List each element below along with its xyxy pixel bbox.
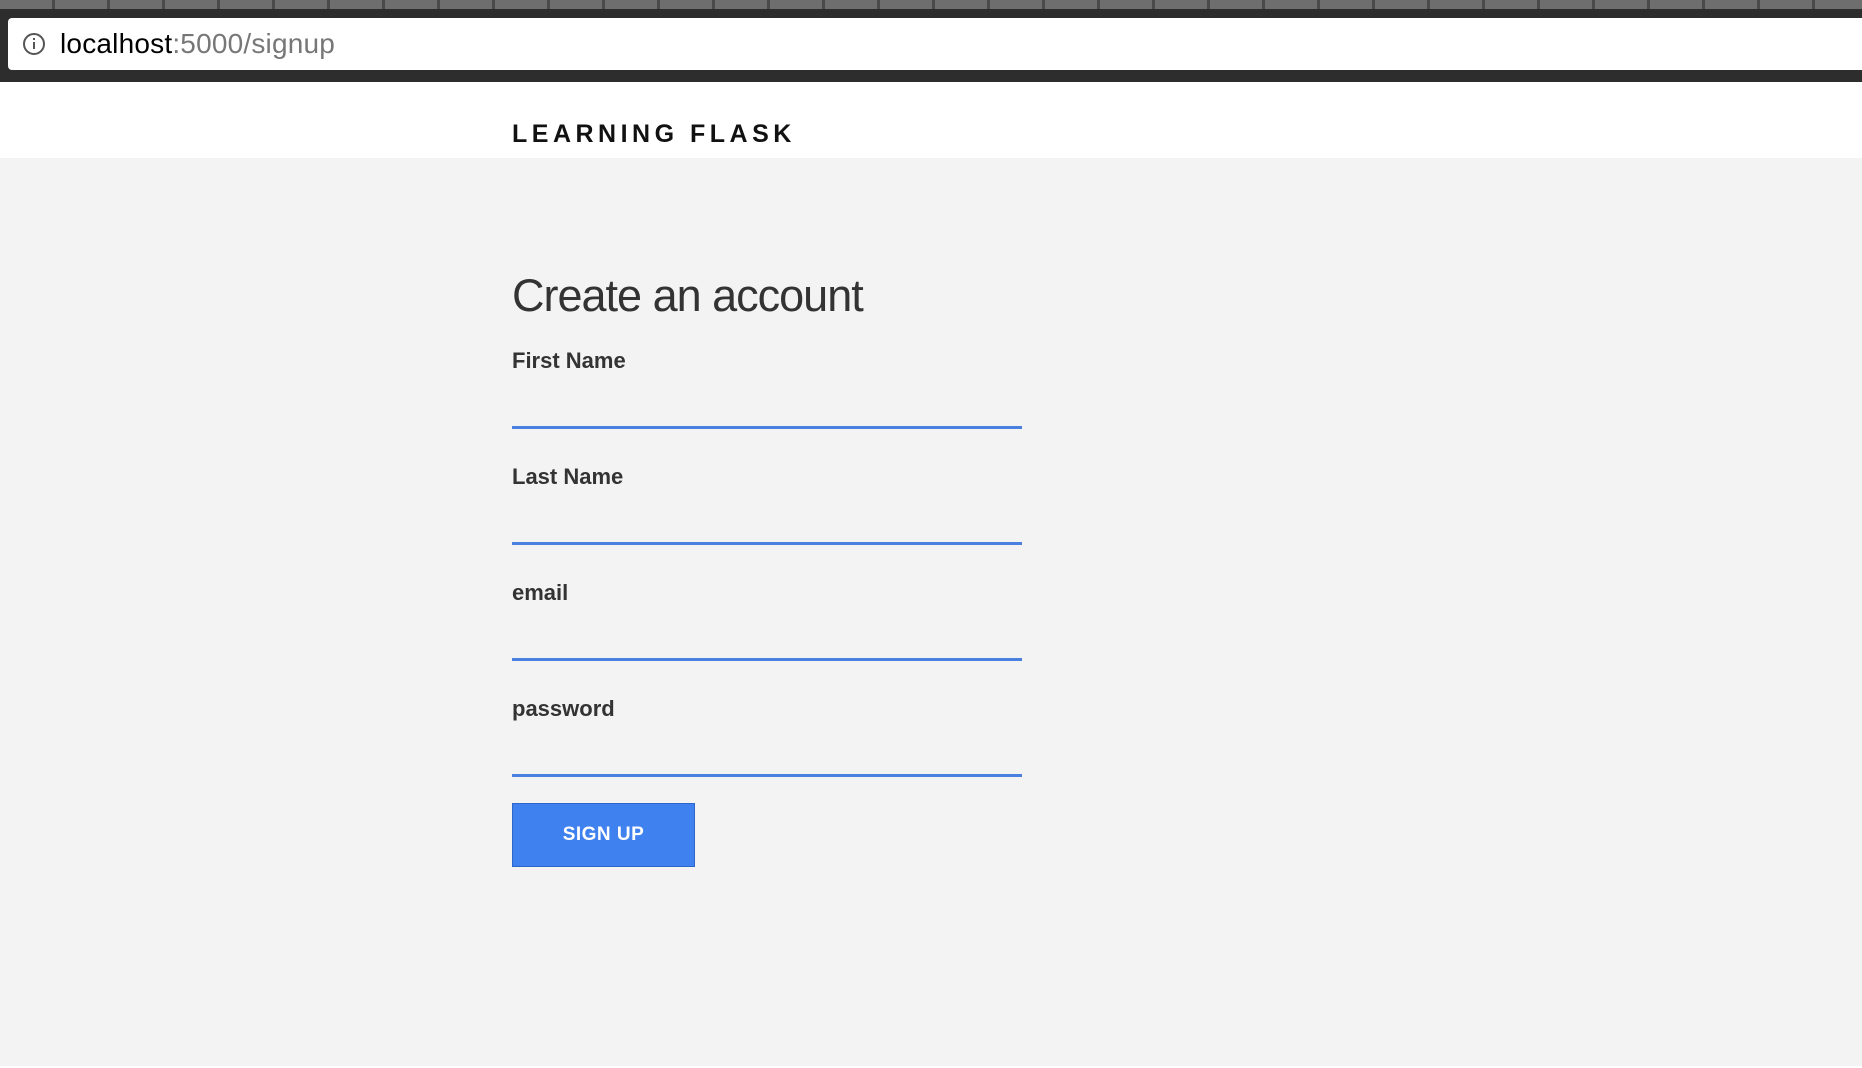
email-input[interactable] xyxy=(512,614,1022,661)
tab-strip xyxy=(0,0,1862,9)
brand-logo-text[interactable]: LEARNING FLASK xyxy=(512,120,796,149)
email-label: email xyxy=(512,580,569,605)
email-field: email xyxy=(512,558,1022,674)
password-label: password xyxy=(512,696,615,721)
signup-button[interactable]: SIGN UP xyxy=(512,803,695,867)
first-name-field: First Name xyxy=(512,326,1022,442)
address-bar[interactable]: localhost:5000/signup xyxy=(8,18,1862,70)
last-name-input[interactable] xyxy=(512,498,1022,545)
address-url[interactable]: localhost:5000/signup xyxy=(60,28,335,60)
info-circle-icon[interactable] xyxy=(22,32,46,56)
site-header: LEARNING FLASK xyxy=(0,82,1862,158)
last-name-field: Last Name xyxy=(512,442,1022,558)
first-name-label: First Name xyxy=(512,348,626,373)
signup-form: Create an account First Name Last Name e… xyxy=(512,270,1022,867)
url-path: :5000/signup xyxy=(172,28,336,59)
password-field: password xyxy=(512,674,1022,790)
last-name-label: Last Name xyxy=(512,464,624,489)
url-host: localhost xyxy=(60,28,173,59)
page-body: Create an account First Name Last Name e… xyxy=(0,158,1862,1068)
browser-chrome: localhost:5000/signup xyxy=(0,0,1862,82)
page-title: Create an account xyxy=(512,270,864,321)
password-input[interactable] xyxy=(512,730,1022,777)
first-name-input[interactable] xyxy=(512,382,1022,429)
